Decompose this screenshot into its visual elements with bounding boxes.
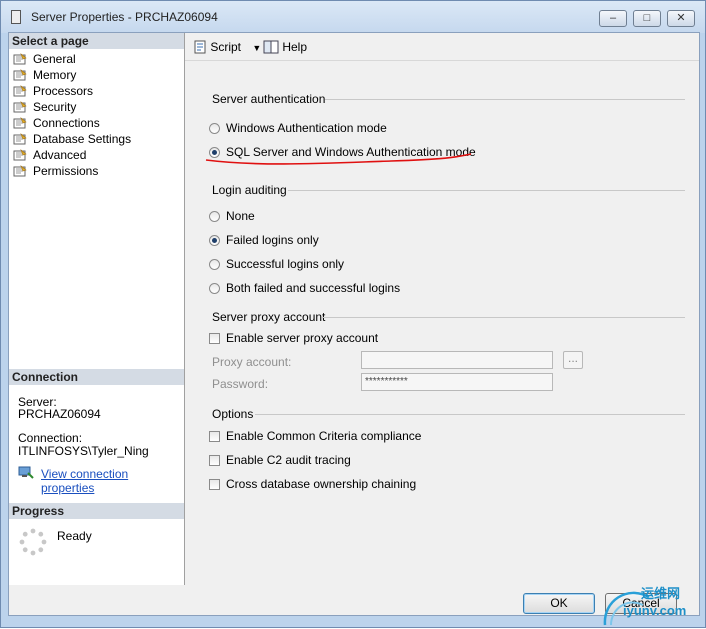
password-field[interactable]: *********** bbox=[361, 373, 553, 391]
proxy-account-field[interactable] bbox=[361, 351, 553, 369]
group-divider bbox=[325, 99, 685, 100]
cross-db-ownership-checkbox[interactable]: Cross database ownership chaining bbox=[209, 476, 416, 492]
radio-button[interactable] bbox=[209, 259, 220, 270]
page-item-label: Permissions bbox=[33, 164, 99, 178]
radio-label: Failed logins only bbox=[226, 233, 319, 247]
page-item-advanced[interactable]: Advanced bbox=[13, 147, 86, 163]
radio-label: Successful logins only bbox=[226, 257, 345, 271]
checkbox[interactable] bbox=[209, 431, 220, 442]
connection-label: Connection: bbox=[18, 431, 83, 445]
radio-button-selected[interactable] bbox=[209, 147, 220, 158]
page-item-general[interactable]: General bbox=[13, 51, 76, 67]
watermark-text-cn: 运维网 bbox=[641, 586, 681, 601]
radio-label: None bbox=[226, 209, 255, 223]
checkbox[interactable] bbox=[209, 479, 220, 490]
maximize-button[interactable]: □ bbox=[633, 10, 661, 27]
server-proxy-title: Server proxy account bbox=[212, 310, 326, 324]
page-item-label: Connections bbox=[33, 116, 100, 130]
window-title: Server Properties - PRCHAZ06094 bbox=[31, 10, 218, 24]
radio-audit-successful[interactable]: Successful logins only bbox=[209, 256, 344, 272]
c2-audit-checkbox[interactable]: Enable C2 audit tracing bbox=[209, 452, 351, 468]
title-bar[interactable]: Server Properties - PRCHAZ06094 – □ ✕ bbox=[1, 1, 705, 33]
help-icon bbox=[263, 40, 279, 54]
page-item-label: Memory bbox=[33, 68, 77, 82]
watermark-text-en: iyunv.com bbox=[623, 603, 687, 618]
progress-header: Progress bbox=[9, 503, 184, 519]
left-panel: Select a page General Memory Processors Sec… bbox=[9, 33, 185, 585]
checkbox[interactable] bbox=[209, 455, 220, 466]
dialog-client-area: Select a page General Memory Processors Sec… bbox=[8, 32, 700, 616]
page-item-permissions[interactable]: Permissions bbox=[13, 163, 98, 179]
radio-button[interactable] bbox=[209, 283, 220, 294]
page-item-processors[interactable]: Processors bbox=[13, 83, 93, 99]
ok-button[interactable]: OK bbox=[523, 593, 595, 614]
connection-properties-icon bbox=[18, 465, 34, 479]
page-item-label: Advanced bbox=[33, 148, 87, 162]
progress-status: Ready bbox=[57, 529, 92, 543]
script-icon bbox=[193, 40, 207, 54]
checkbox-label: Enable C2 audit tracing bbox=[226, 453, 351, 467]
view-connection-properties-link[interactable]: View connection properties bbox=[41, 467, 184, 495]
radio-sql-windows-auth[interactable]: SQL Server and Windows Authentication mo… bbox=[209, 144, 476, 160]
radio-label: Both failed and successful logins bbox=[226, 281, 401, 295]
proxy-account-label: Proxy account: bbox=[212, 355, 292, 369]
page-item-connections[interactable]: Connections bbox=[13, 115, 100, 131]
group-divider bbox=[255, 414, 685, 415]
page-item-database-settings[interactable]: Database Settings bbox=[13, 131, 131, 147]
radio-button[interactable] bbox=[209, 211, 220, 222]
script-label: Script bbox=[210, 40, 242, 54]
common-criteria-checkbox[interactable]: Enable Common Criteria compliance bbox=[209, 428, 421, 444]
page-item-label: General bbox=[33, 52, 76, 66]
security-page: Script ▼ Help Server authentication Wind… bbox=[185, 33, 699, 585]
page-item-security[interactable]: Security bbox=[13, 99, 76, 115]
help-button[interactable]: Help bbox=[263, 38, 307, 56]
server-value: PRCHAZ06094 bbox=[18, 407, 101, 421]
close-button[interactable]: ✕ bbox=[667, 10, 695, 27]
options-title: Options bbox=[212, 407, 254, 421]
progress-spinner-icon bbox=[19, 528, 47, 556]
group-divider bbox=[322, 317, 685, 318]
help-label: Help bbox=[282, 40, 308, 54]
page-icon bbox=[13, 85, 27, 97]
minimize-button[interactable]: – bbox=[599, 10, 627, 27]
page-icon bbox=[13, 53, 27, 65]
radio-label: SQL Server and Windows Authentication mo… bbox=[226, 145, 476, 159]
password-label: Password: bbox=[212, 377, 269, 391]
checkbox-label: Enable Common Criteria compliance bbox=[226, 429, 422, 443]
page-icon bbox=[13, 133, 27, 145]
page-item-label: Database Settings bbox=[33, 132, 132, 146]
page-icon bbox=[13, 101, 27, 113]
radio-windows-auth[interactable]: Windows Authentication mode bbox=[209, 120, 387, 136]
radio-button-selected[interactable] bbox=[209, 235, 220, 246]
login-auditing-title: Login auditing bbox=[212, 183, 287, 197]
connection-value: ITLINFOSYS\Tyler_Ning bbox=[18, 444, 149, 458]
radio-button[interactable] bbox=[209, 123, 220, 134]
page-icon bbox=[13, 117, 27, 129]
script-button[interactable]: Script ▼ bbox=[193, 38, 261, 56]
server-properties-window: Server Properties - PRCHAZ06094 – □ ✕ Se… bbox=[0, 0, 706, 628]
radio-audit-both[interactable]: Both failed and successful logins bbox=[209, 280, 400, 296]
page-icon bbox=[13, 165, 27, 177]
page-icon bbox=[13, 149, 27, 161]
toolbar: Script ▼ Help bbox=[185, 33, 699, 61]
page-item-memory[interactable]: Memory bbox=[13, 67, 76, 83]
radio-audit-failed[interactable]: Failed logins only bbox=[209, 232, 319, 248]
window-app-icon bbox=[11, 10, 21, 24]
select-page-header: Select a page bbox=[9, 33, 184, 49]
page-item-label: Security bbox=[33, 100, 77, 114]
chevron-down-icon[interactable]: ▼ bbox=[252, 43, 261, 53]
radio-label: Windows Authentication mode bbox=[226, 121, 387, 135]
enable-proxy-checkbox[interactable]: Enable server proxy account bbox=[209, 330, 378, 346]
connection-header: Connection bbox=[9, 369, 184, 385]
page-icon bbox=[13, 69, 27, 81]
watermark-logo: 运维网 iyunv.com bbox=[597, 581, 706, 629]
radio-audit-none[interactable]: None bbox=[209, 208, 255, 224]
group-divider bbox=[288, 190, 685, 191]
checkbox-label: Enable server proxy account bbox=[226, 331, 379, 345]
browse-proxy-button[interactable]: ... bbox=[563, 351, 583, 369]
checkbox[interactable] bbox=[209, 333, 220, 344]
page-item-label: Processors bbox=[33, 84, 94, 98]
server-authentication-title: Server authentication bbox=[212, 92, 326, 106]
checkbox-label: Cross database ownership chaining bbox=[226, 477, 417, 491]
